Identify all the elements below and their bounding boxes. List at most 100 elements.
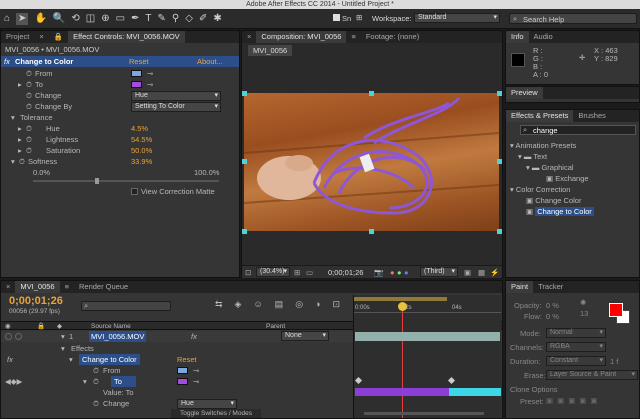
source-name-header[interactable]: Source Name xyxy=(91,322,131,331)
bounding-handle[interactable] xyxy=(242,229,247,234)
change-dropdown[interactable]: Hue xyxy=(131,91,221,101)
tab-render-queue[interactable]: Render Queue xyxy=(74,281,133,293)
timeline-search-field[interactable]: ⌕ xyxy=(81,301,171,311)
tab-timeline[interactable]: MVI_0056 xyxy=(15,281,60,293)
duration-dropdown[interactable]: Constant xyxy=(546,356,606,366)
pen-tool-icon[interactable]: ✒ xyxy=(131,13,139,25)
roto-brush-tool-icon[interactable]: ✐ xyxy=(199,13,207,25)
always-preview-icon[interactable]: ⊡ xyxy=(245,268,251,277)
timeline-to-swatch[interactable] xyxy=(177,378,188,385)
close-icon[interactable]: × xyxy=(1,281,15,293)
tab-info[interactable]: Info xyxy=(506,31,529,43)
foreground-color-swatch[interactable] xyxy=(609,303,623,317)
tree-item-color-correction[interactable]: ▾ Color Correction xyxy=(506,184,639,195)
erase-dropdown[interactable]: Layer Source & Paint xyxy=(546,370,638,380)
from-color-swatch[interactable] xyxy=(131,70,142,77)
tree-item-animation-presets[interactable]: ▾ Animation Presets xyxy=(506,140,639,151)
effects-expand-icon[interactable]: ▾ xyxy=(61,343,65,354)
tree-item-graphical[interactable]: ▾ ▬ Graphical xyxy=(506,162,639,173)
channels-icon[interactable]: ● xyxy=(397,268,402,277)
camera-tool-icon[interactable]: ◫ xyxy=(86,13,95,25)
softness-value[interactable]: 33.9% xyxy=(131,156,152,167)
view-correction-checkbox[interactable] xyxy=(131,188,138,195)
text-tool-icon[interactable]: T xyxy=(145,13,151,25)
to-expand-icon[interactable]: ▾ xyxy=(83,376,87,387)
clone-preset-icon[interactable]: ▣ xyxy=(590,396,597,405)
bounding-handle[interactable] xyxy=(497,159,502,164)
menu-icon[interactable]: ≡ xyxy=(346,31,360,43)
channels-dropdown[interactable]: RGBA xyxy=(546,342,606,352)
tree-item-text[interactable]: ▾ ▬ Text xyxy=(506,151,639,162)
to-eyedropper-icon[interactable]: ⊸ xyxy=(147,79,153,90)
tolerance-expand-icon[interactable]: ▾ xyxy=(11,112,15,123)
current-time-indicator[interactable] xyxy=(402,311,403,418)
fx-icon[interactable]: fx xyxy=(4,56,10,67)
keyframe-nav-icon[interactable]: ◀◆▶ xyxy=(5,376,22,387)
lightness-value[interactable]: 54.5% xyxy=(131,134,152,145)
clone-preset-icon[interactable]: ▣ xyxy=(579,396,586,405)
graph-editor-icon[interactable]: ◑ xyxy=(315,299,320,310)
home-icon[interactable]: ⌂ xyxy=(4,13,10,25)
brush-tool-icon[interactable]: ✎ xyxy=(158,13,166,25)
effect-header-row[interactable]: fx Change to Color Reset About... xyxy=(1,56,239,67)
camera-icon[interactable]: 📷 xyxy=(374,268,383,277)
tab-project[interactable]: Project xyxy=(1,31,34,43)
snap-checkbox[interactable] xyxy=(333,14,340,21)
mode-dropdown[interactable]: Normal xyxy=(546,328,606,338)
selection-tool-icon[interactable]: ➤ xyxy=(16,13,29,25)
frame-blending-icon[interactable]: ▤ xyxy=(275,299,284,310)
saturation-value[interactable]: 50.0% xyxy=(131,145,152,156)
tab-tracker[interactable]: Tracker xyxy=(533,281,568,293)
eyedropper-icon[interactable]: ⊸ xyxy=(193,365,199,376)
clone-preset-icon[interactable]: ▣ xyxy=(568,396,575,405)
tolerance-row[interactable]: ▾ Tolerance xyxy=(1,112,239,123)
resolution-dropdown[interactable]: (Third) xyxy=(420,267,458,277)
tree-item-change-to-color[interactable]: ▣ Change to Color xyxy=(506,206,639,217)
stopwatch-icon[interactable]: ⏱ xyxy=(26,68,32,79)
tree-item-exchange[interactable]: ▣ Exchange xyxy=(506,173,639,184)
timeline-from-swatch[interactable] xyxy=(177,367,188,374)
parent-header[interactable]: Parent xyxy=(266,322,285,331)
duration-frames[interactable]: 1 f xyxy=(610,357,618,366)
bounding-handle[interactable] xyxy=(497,91,502,96)
timeline-effect-reset[interactable]: Reset xyxy=(177,354,197,365)
tab-paint[interactable]: Paint xyxy=(506,281,534,293)
comp-subtab[interactable]: MVI_0056 xyxy=(248,45,293,56)
layer-visibility-icon[interactable] xyxy=(5,333,12,340)
effect-reset-link[interactable]: Reset xyxy=(129,56,149,67)
to-color-swatch[interactable] xyxy=(131,81,142,88)
time-ruler[interactable]: 0:00s 02s 04s xyxy=(354,303,501,313)
from-eyedropper-icon[interactable]: ⊸ xyxy=(147,68,153,79)
stopwatch-icon[interactable]: ⏱ xyxy=(26,123,32,134)
change-by-dropdown[interactable]: Setting To Color xyxy=(131,102,221,112)
layer-audio-icon[interactable] xyxy=(15,333,22,340)
tab-effects-presets[interactable]: Effects & Presets xyxy=(506,110,574,122)
saturation-expand-icon[interactable]: ▸ xyxy=(18,145,22,156)
hue-expand-icon[interactable]: ▸ xyxy=(18,123,22,134)
tab-brushes[interactable]: Brushes xyxy=(573,110,611,122)
tab-footage[interactable]: Footage: (none) xyxy=(361,31,424,43)
layer-name[interactable]: MVI_0056.MOV xyxy=(89,331,147,342)
comp-viewer-image[interactable] xyxy=(244,93,499,231)
effects-search-field[interactable]: ⌕ change xyxy=(520,125,636,135)
keyframe-diamond[interactable] xyxy=(447,376,456,385)
motion-blur-icon[interactable]: ◎ xyxy=(295,299,303,310)
current-time-indicator-handle[interactable] xyxy=(398,302,407,311)
rectangle-tool-icon[interactable]: ▭ xyxy=(116,13,125,25)
pan-behind-tool-icon[interactable]: ⊕ xyxy=(101,13,109,25)
stopwatch-icon[interactable]: ⏱ xyxy=(26,101,32,112)
menu-icon[interactable]: ≡ xyxy=(60,281,74,293)
bounding-handle[interactable] xyxy=(497,229,502,234)
graph-icon[interactable]: ⊡ xyxy=(332,299,340,310)
search-help-field[interactable]: ⌕ Search Help xyxy=(509,13,637,24)
bounding-handle[interactable] xyxy=(369,91,374,96)
stopwatch-icon[interactable]: ⏱ xyxy=(26,90,32,101)
keyframe-diamond[interactable] xyxy=(354,376,363,385)
shy-icon[interactable]: ☺ xyxy=(253,299,262,310)
stopwatch-icon[interactable]: ⏱ xyxy=(19,156,25,167)
grid-icon[interactable]: ⊞ xyxy=(294,268,300,277)
channels-icon[interactable]: ● xyxy=(390,268,395,277)
zoom-dropdown[interactable]: (30.4%) xyxy=(256,267,290,277)
timeline-change-dropdown[interactable]: Hue xyxy=(177,399,237,409)
clone-stamp-tool-icon[interactable]: ⚲ xyxy=(172,13,179,25)
